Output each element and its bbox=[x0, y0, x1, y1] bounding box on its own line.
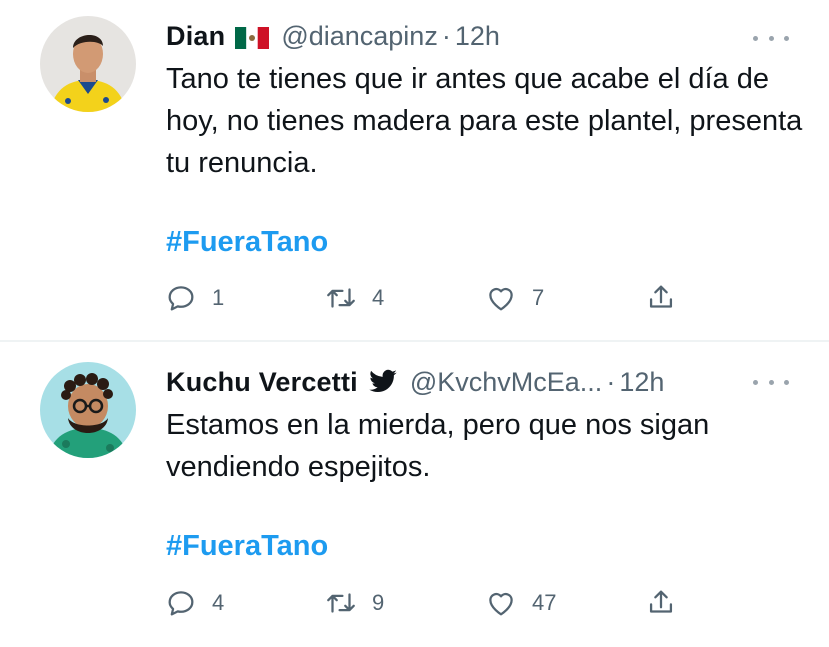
retweet-button[interactable]: 9 bbox=[324, 586, 384, 620]
share-button[interactable] bbox=[644, 281, 678, 315]
retweet-icon bbox=[327, 593, 355, 613]
more-options-icon[interactable] bbox=[753, 372, 789, 392]
tweet-header: Kuchu Vercetti @KvchvMcEa... · 12h bbox=[166, 364, 664, 400]
retweet-icon bbox=[327, 288, 355, 308]
retweet-count: 4 bbox=[372, 285, 385, 310]
tweet-actions: 4 9 47 bbox=[164, 586, 694, 620]
reply-button[interactable]: 4 bbox=[164, 586, 224, 620]
like-button[interactable]: 47 bbox=[484, 586, 556, 620]
more-options-icon[interactable] bbox=[753, 28, 789, 48]
reply-count: 4 bbox=[212, 590, 225, 615]
share-icon bbox=[649, 590, 673, 613]
reply-icon bbox=[168, 286, 194, 311]
user-handle[interactable]: @KvchvMcEa... bbox=[410, 367, 602, 398]
like-count: 47 bbox=[532, 590, 557, 615]
reply-button[interactable]: 1 bbox=[164, 281, 224, 315]
tweet-actions: 1 4 7 bbox=[164, 281, 694, 315]
display-name[interactable]: Kuchu Vercetti bbox=[166, 367, 358, 398]
tweet-header: Dian @diancapinz · 12h bbox=[166, 18, 500, 54]
hashtag-link[interactable]: #FueraTano bbox=[166, 226, 328, 259]
twitter-bird-icon bbox=[368, 369, 398, 395]
display-name[interactable]: Dian bbox=[166, 21, 225, 52]
share-icon bbox=[649, 285, 673, 308]
retweet-count: 9 bbox=[372, 590, 385, 615]
tweet-text: Estamos en la mierda, pero que nos sigan… bbox=[166, 409, 710, 483]
separator-dot: · bbox=[606, 366, 616, 397]
avatar[interactable] bbox=[40, 16, 136, 112]
tweet-text: Tano te tienes que ir antes que acabe el… bbox=[166, 63, 803, 179]
user-handle[interactable]: @diancapinz bbox=[281, 21, 438, 52]
reply-icon bbox=[168, 591, 194, 616]
share-button[interactable] bbox=[644, 586, 678, 620]
avatar[interactable] bbox=[40, 362, 136, 458]
tweet[interactable]: Kuchu Vercetti @KvchvMcEa... · 12h Estam… bbox=[0, 342, 829, 647]
separator-dot: · bbox=[441, 20, 451, 51]
hashtag-link[interactable]: #FueraTano bbox=[166, 530, 328, 563]
like-button[interactable]: 7 bbox=[484, 281, 544, 315]
like-count: 7 bbox=[532, 285, 545, 310]
mexico-flag-icon bbox=[235, 25, 270, 49]
heart-icon bbox=[489, 592, 513, 616]
reply-count: 1 bbox=[212, 285, 225, 310]
timestamp[interactable]: 12h bbox=[455, 21, 500, 52]
tweet[interactable]: Dian @diancapinz · 12h Tano te tienes qu… bbox=[0, 0, 829, 341]
retweet-button[interactable]: 4 bbox=[324, 281, 384, 315]
timestamp[interactable]: 12h bbox=[619, 367, 664, 398]
heart-icon bbox=[489, 287, 513, 311]
